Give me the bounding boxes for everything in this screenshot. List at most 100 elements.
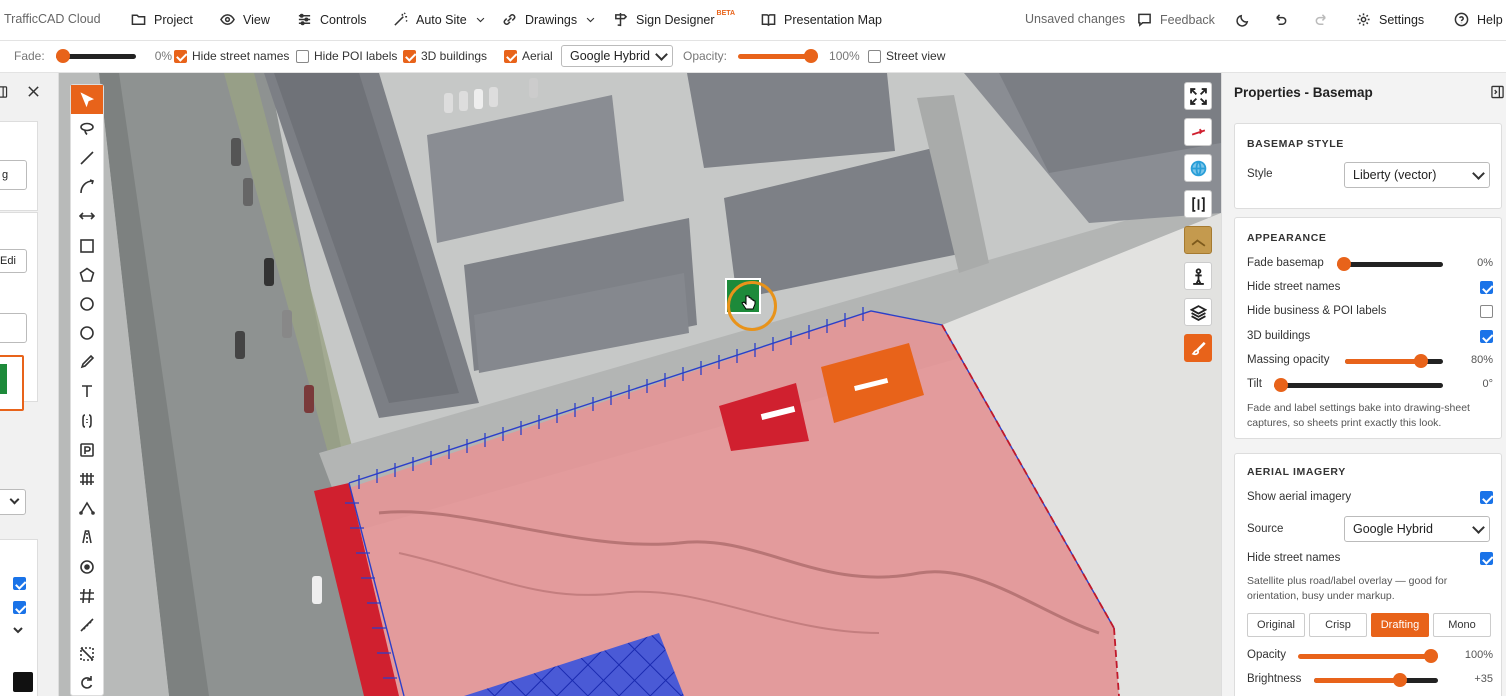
aerial-toggle[interactable]: Aerial [504, 49, 553, 63]
split-view-button[interactable] [1184, 190, 1212, 218]
left-checkbox-2[interactable] [13, 601, 26, 614]
fullscreen-button[interactable] [1184, 82, 1212, 110]
layers-button[interactable] [1184, 298, 1212, 326]
fade-slider-thumb[interactable] [55, 49, 70, 63]
opacity-slider[interactable] [738, 49, 819, 63]
left-checkbox-1[interactable] [13, 577, 26, 590]
aerial-source-prop-select[interactable]: Google Hybrid [1344, 516, 1490, 542]
tool-dimension[interactable] [71, 202, 103, 231]
menu-view[interactable]: View [220, 12, 270, 27]
aerial-hide-street-names-checkbox[interactable] [1480, 552, 1493, 565]
menu-drawings[interactable]: Drawings [502, 12, 596, 27]
redo-button[interactable] [1314, 12, 1329, 27]
basemap-style-select[interactable]: Liberty (vector) [1344, 162, 1490, 188]
bezier-icon [79, 501, 95, 516]
tool-circle[interactable] [71, 289, 103, 318]
massing-opacity-thumb[interactable] [1414, 354, 1428, 368]
tool-arc[interactable] [71, 173, 103, 202]
feedback-button[interactable]: Feedback [1137, 12, 1215, 27]
compass-button[interactable] [1184, 118, 1212, 146]
tool-measure[interactable] [71, 610, 103, 639]
menu-auto-site[interactable]: Auto Site [393, 12, 486, 27]
hide-street-names-checkbox[interactable] [174, 49, 187, 63]
show-aerial-checkbox[interactable] [1480, 491, 1493, 504]
map-canvas[interactable] [59, 73, 1221, 696]
collapse-panel-icon[interactable] [1491, 85, 1504, 99]
help-button[interactable]: Help [1454, 12, 1503, 27]
settings-button[interactable]: Settings [1356, 12, 1424, 27]
tilt-thumb[interactable] [1274, 378, 1288, 392]
preset-mono-button[interactable]: Mono [1433, 613, 1491, 637]
tilt-slider[interactable] [1274, 378, 1443, 392]
tool-lasso[interactable] [71, 114, 103, 143]
hide-poi-labels-toggle[interactable]: Hide POI labels [296, 49, 397, 63]
tool-curve[interactable] [71, 494, 103, 523]
left-dropdown[interactable] [0, 489, 26, 515]
brightness-slider[interactable] [1314, 673, 1438, 687]
left-select-text: Edi [0, 255, 16, 267]
preset-crisp-button[interactable]: Crisp [1309, 613, 1367, 637]
theme-toggle[interactable] [1236, 12, 1251, 27]
menu-controls[interactable]: Controls [297, 12, 367, 27]
street-view-toggle[interactable]: Street view [868, 49, 945, 63]
tool-polygon[interactable] [71, 260, 103, 289]
left-select[interactable]: Edi [0, 249, 27, 273]
help-label: Help [1477, 12, 1503, 27]
hide-street-names-toggle[interactable]: Hide street names [174, 49, 289, 63]
brightness-thumb[interactable] [1393, 673, 1407, 687]
tool-pencil[interactable] [71, 348, 103, 377]
appearance-hide-street-names-checkbox[interactable] [1480, 281, 1493, 294]
tool-bracket[interactable] [71, 406, 103, 435]
hide-business-checkbox[interactable] [1480, 305, 1493, 318]
preset-drafting-button[interactable]: Drafting [1371, 613, 1429, 637]
basemap-style-button[interactable] [1184, 334, 1212, 362]
undo-button[interactable] [1273, 12, 1288, 27]
street-view-checkbox[interactable] [868, 49, 881, 63]
fade-basemap-slider[interactable] [1337, 257, 1443, 271]
buildings-3d-checkbox[interactable] [403, 49, 416, 63]
left-input-2[interactable] [0, 313, 27, 343]
buildings-3d-prop-checkbox[interactable] [1480, 330, 1493, 343]
tool-select[interactable] [71, 85, 103, 115]
fade-slider[interactable] [55, 49, 136, 63]
massing-opacity-slider[interactable] [1345, 354, 1443, 368]
rectangle-icon [80, 238, 94, 253]
globe-button[interactable] [1184, 154, 1212, 182]
fade-basemap-thumb[interactable] [1337, 257, 1351, 271]
aerial-checkbox[interactable] [504, 49, 517, 63]
tool-grid[interactable] [71, 581, 103, 610]
opacity-value: 100% [829, 49, 860, 63]
tool-crosswalk[interactable] [71, 464, 103, 493]
close-icon[interactable] [27, 85, 40, 98]
aerial-source-select[interactable]: Google Hybrid [561, 45, 673, 67]
street-view-button[interactable] [1184, 262, 1212, 290]
tool-text[interactable] [71, 377, 103, 406]
aerial-opacity-slider[interactable] [1298, 649, 1438, 663]
aerial-opacity-thumb[interactable] [1424, 649, 1438, 663]
menu-project[interactable]: Project [131, 12, 193, 27]
color-swatch[interactable] [13, 672, 33, 692]
map-tools [1184, 82, 1214, 370]
hide-poi-labels-checkbox[interactable] [296, 49, 309, 63]
buildings-3d-toggle[interactable]: 3D buildings [403, 49, 487, 63]
tool-ellipse[interactable] [71, 319, 103, 348]
aerial-basemap-button[interactable] [1184, 226, 1212, 254]
hide-street-names-label: Hide street names [192, 49, 290, 63]
tool-rotate[interactable] [71, 669, 103, 698]
tool-lane[interactable] [71, 523, 103, 552]
tool-area-select[interactable] [71, 640, 103, 669]
panel-collapse-icon[interactable] [0, 85, 10, 99]
chevron-down-icon[interactable] [13, 625, 23, 635]
left-input[interactable]: g [0, 160, 27, 190]
menu-presentation-map[interactable]: Presentation Map [761, 12, 882, 27]
appearance-heading: APPEARANCE [1247, 232, 1327, 244]
tool-line[interactable] [71, 143, 103, 172]
preset-original-button[interactable]: Original [1247, 613, 1305, 637]
tool-parking[interactable] [71, 435, 103, 464]
sign-thumbnail[interactable] [0, 355, 24, 411]
tool-rectangle[interactable] [71, 231, 103, 260]
tool-target[interactable] [71, 552, 103, 581]
rotate-icon [81, 676, 93, 690]
opacity-slider-thumb[interactable] [804, 49, 819, 63]
menu-sign-designer[interactable]: Sign Designer BETA [613, 10, 735, 27]
